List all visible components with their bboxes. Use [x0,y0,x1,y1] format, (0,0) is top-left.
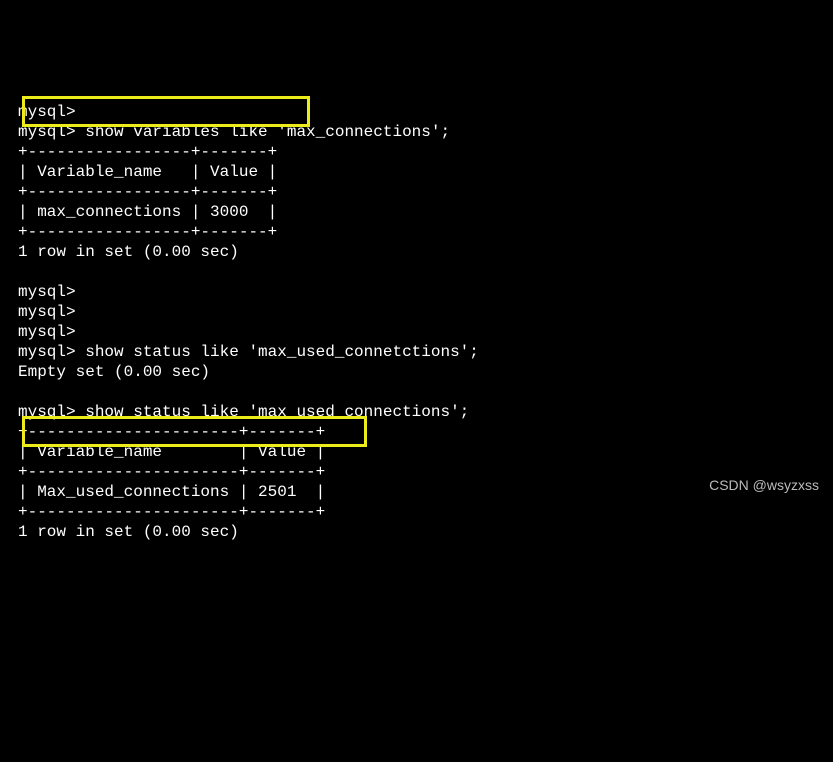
result-summary: 1 row in set (0.00 sec) [18,523,239,541]
terminal-output: mysql> mysql> show variables like 'max_c… [0,82,833,562]
terminal-line: mysql> [18,303,76,321]
terminal-line: mysql> show status like 'max_used_connec… [18,403,469,421]
table-border: +-----------------+-------+ [18,143,277,161]
table-border: +----------------------+-------+ [18,463,325,481]
result-summary: Empty set (0.00 sec) [18,363,210,381]
terminal-line: mysql> show status like 'max_used_connet… [18,343,479,361]
table-header: | Variable_name | Value | [18,163,277,181]
terminal-line: mysql> [18,283,76,301]
table-row: | Max_used_connections | 2501 | [18,483,325,501]
table-border: +----------------------+-------+ [18,423,325,441]
table-border: +-----------------+-------+ [18,223,277,241]
watermark: CSDN @wsyzxss [709,477,819,495]
terminal-line: mysql> show variables like 'max_connecti… [18,123,450,141]
table-border: +----------------------+-------+ [18,503,325,521]
table-row: | max_connections | 3000 | [18,203,277,221]
result-summary: 1 row in set (0.00 sec) [18,243,239,261]
table-border: +-----------------+-------+ [18,183,277,201]
table-header: | Variable_name | Value | [18,443,325,461]
terminal-line: mysql> [18,103,76,121]
terminal-line: mysql> [18,323,76,341]
